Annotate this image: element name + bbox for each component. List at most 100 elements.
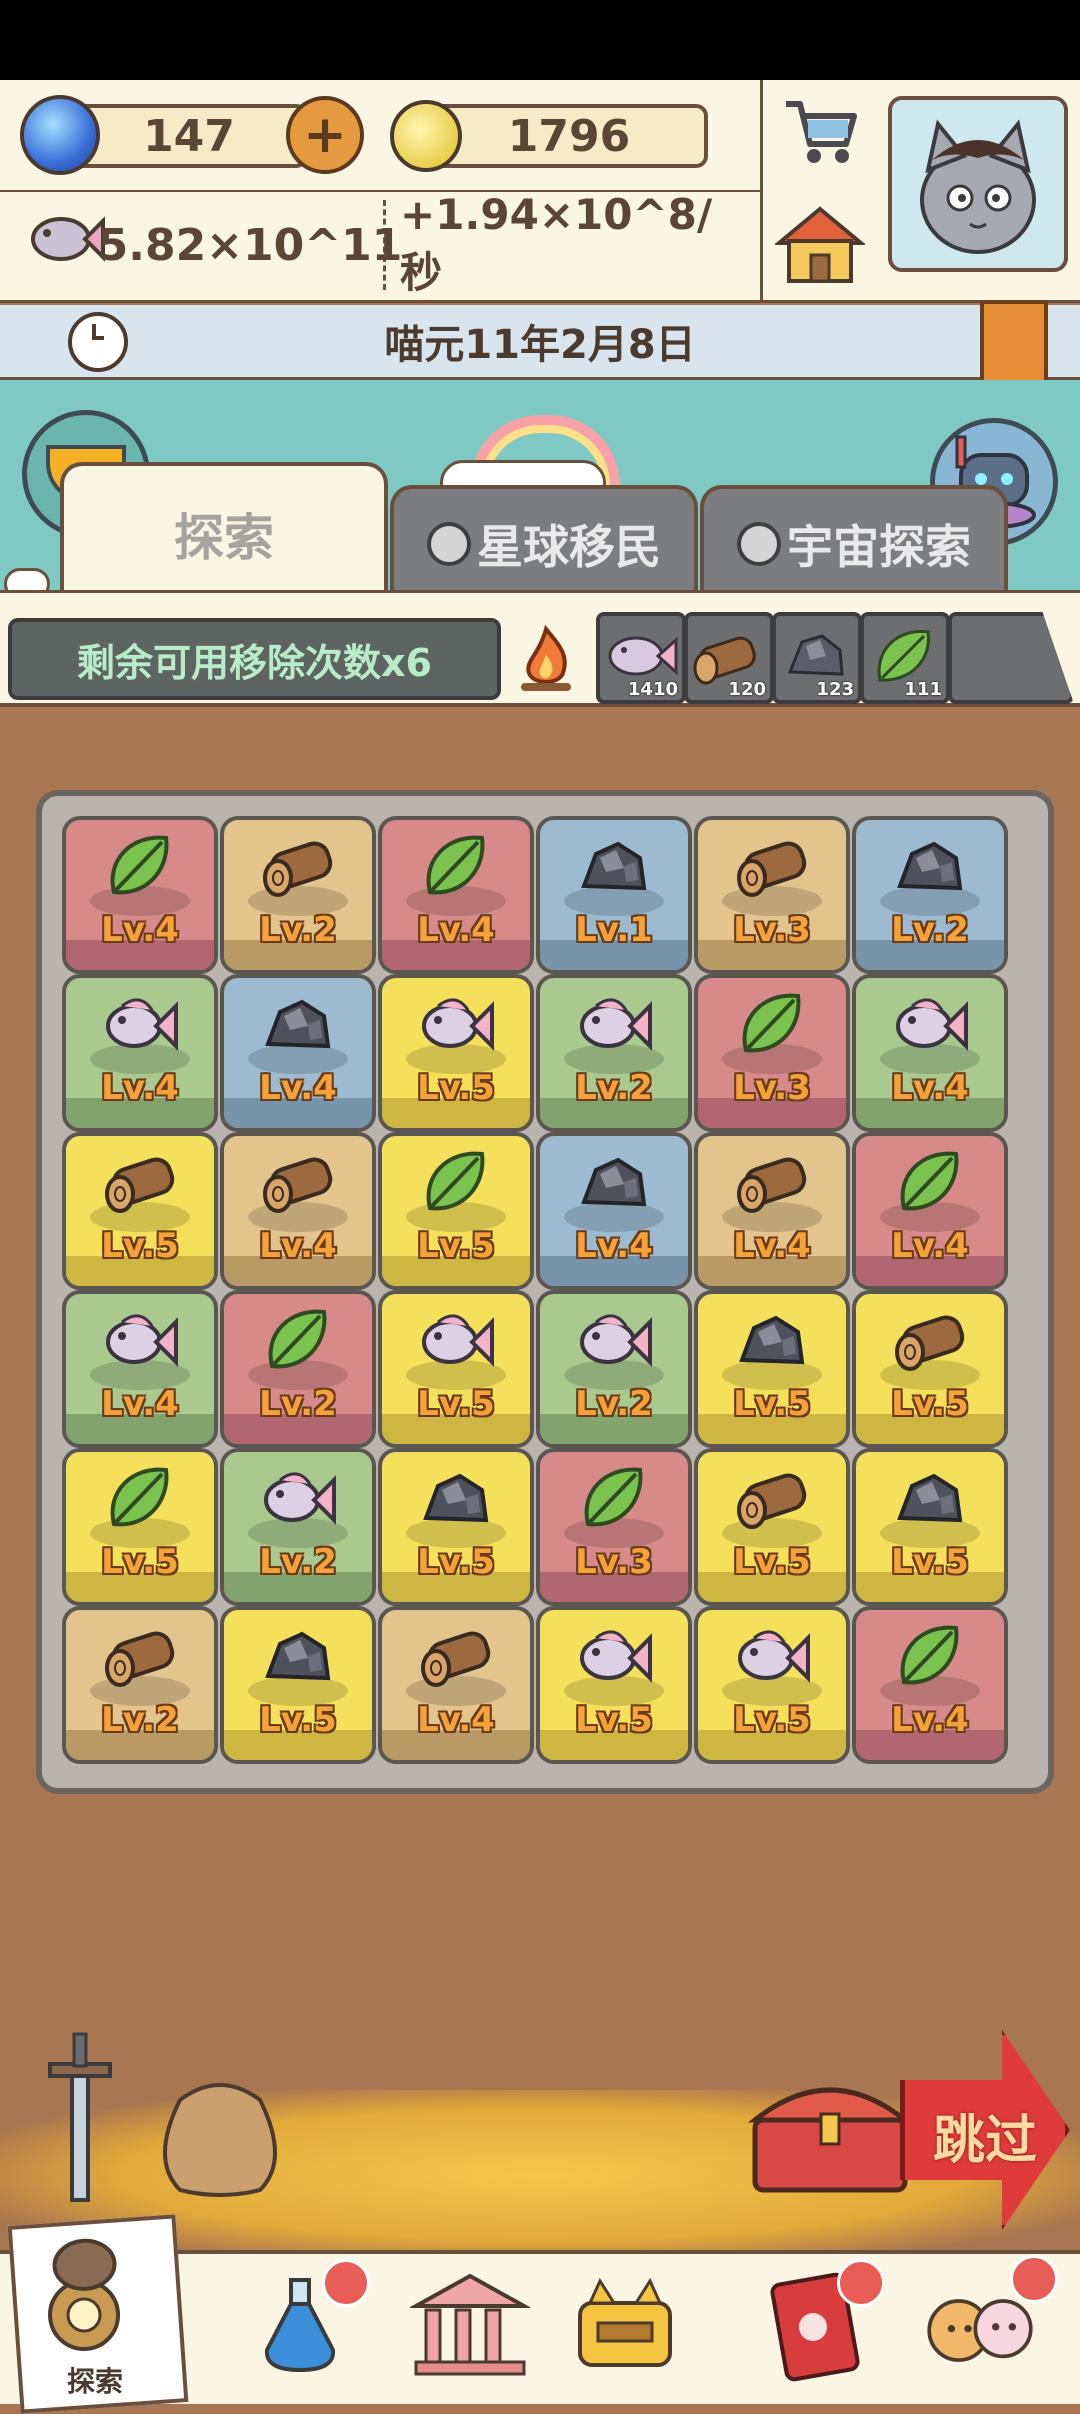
board-tile-stone[interactable]: Lv.5 [220, 1606, 376, 1764]
board-tile-fish[interactable]: Lv.5 [378, 1290, 534, 1448]
inventory-count: 123 [816, 679, 854, 700]
board-tile-stone[interactable]: Lv.5 [694, 1290, 850, 1448]
skip-button-label[interactable]: 跳过 [905, 2105, 1065, 2171]
board-tile-fish[interactable]: Lv.2 [536, 974, 692, 1132]
stone-icon [265, 1631, 331, 1681]
tile-level: Lv.2 [891, 910, 969, 950]
nav-treasure-box-button[interactable] [565, 2265, 685, 2385]
board-tile-wood[interactable]: Lv.4 [220, 1132, 376, 1290]
shopping-cart-icon[interactable] [780, 92, 860, 172]
board-tile-wood[interactable]: Lv.5 [694, 1448, 850, 1606]
board-tile-leaf[interactable]: Lv.4 [852, 1132, 1008, 1290]
board-tile-wood[interactable]: Lv.5 [62, 1132, 218, 1290]
tile-level: Lv.4 [733, 1226, 811, 1266]
tile-level: Lv.5 [733, 1700, 811, 1740]
fish-icon [422, 1314, 494, 1367]
inventory-slot-leaf[interactable]: 111 [860, 612, 950, 704]
tile-level: Lv.3 [575, 1542, 653, 1582]
leaf-icon [584, 1467, 643, 1527]
board-tile-leaf[interactable]: Lv.4 [378, 816, 534, 974]
tile-level: Lv.1 [575, 910, 653, 950]
tab-label: 星球移民 [477, 520, 661, 574]
inventory-count: 120 [728, 679, 766, 700]
tile-level: Lv.4 [101, 1384, 179, 1424]
board-tile-wood[interactable]: Lv.4 [378, 1606, 534, 1764]
tile-level: Lv.5 [891, 1542, 969, 1582]
board-tile-fish[interactable]: Lv.5 [378, 974, 534, 1132]
fish-rate: +1.94×10^8/秒 [400, 190, 713, 297]
stone-icon [581, 1157, 647, 1207]
tile-level: Lv.5 [733, 1384, 811, 1424]
tab-universe-explore[interactable]: 宇宙探索 [700, 485, 1008, 599]
board-tile-stone[interactable]: Lv.4 [536, 1132, 692, 1290]
board-tile-wood[interactable]: Lv.4 [694, 1132, 850, 1290]
player-avatar[interactable] [888, 96, 1068, 272]
tile-level: Lv.2 [259, 1542, 337, 1582]
nav-museum-button[interactable] [410, 2265, 530, 2385]
nav-cats-button[interactable] [920, 2255, 1058, 2385]
board-tile-fish[interactable]: Lv.4 [62, 974, 218, 1132]
nav-potion-button[interactable] [240, 2259, 370, 2385]
board-tile-fish[interactable]: Lv.4 [62, 1290, 218, 1448]
tile-level: Lv.5 [417, 1542, 495, 1582]
fish-icon [422, 998, 494, 1051]
house-icon[interactable] [775, 205, 865, 285]
stone-icon [265, 999, 331, 1049]
game-date: 喵元11年2月8日 [384, 322, 696, 368]
nav-book-button[interactable] [755, 2259, 885, 2385]
gem-icon [20, 95, 100, 175]
remove-count-label: 剩余可用移除次数x6 [77, 640, 432, 685]
fish-icon [580, 1314, 652, 1367]
clock-icon [68, 312, 128, 372]
tab-label: 探索 [174, 508, 274, 567]
wood-log-icon [737, 1157, 807, 1213]
board-tile-wood[interactable]: Lv.3 [694, 816, 850, 974]
board-tile-stone[interactable]: Lv.1 [536, 816, 692, 974]
tab-planet-migration[interactable]: 星球移民 [390, 485, 698, 599]
tile-level: Lv.4 [417, 910, 495, 950]
board-tile-wood[interactable]: Lv.2 [62, 1606, 218, 1764]
board-tile-leaf[interactable]: Lv.4 [852, 1606, 1008, 1764]
tile-level: Lv.5 [417, 1226, 495, 1266]
inventory-slot-wood[interactable]: 120 [684, 612, 774, 704]
tile-level: Lv.3 [733, 910, 811, 950]
board-tile-leaf[interactable]: Lv.3 [694, 974, 850, 1132]
tile-level: Lv.4 [417, 1700, 495, 1740]
board-tile-leaf[interactable]: Lv.5 [62, 1448, 218, 1606]
board-tile-stone[interactable]: Lv.5 [378, 1448, 534, 1606]
tile-level: Lv.4 [259, 1226, 337, 1266]
stone-icon [897, 841, 963, 891]
board-tile-fish[interactable]: Lv.2 [220, 1448, 376, 1606]
cat-portrait-icon [920, 119, 1036, 254]
board-tile-leaf[interactable]: Lv.4 [62, 816, 218, 974]
wood-log-icon [421, 1631, 491, 1687]
wood-log-icon [105, 1631, 175, 1687]
tile-level: Lv.2 [575, 1384, 653, 1424]
stone-icon [739, 1315, 805, 1365]
board-tile-stone[interactable]: Lv.4 [220, 974, 376, 1132]
tile-level: Lv.2 [575, 1068, 653, 1108]
board-tile-leaf[interactable]: Lv.5 [378, 1132, 534, 1290]
board-tile-leaf[interactable]: Lv.2 [220, 1290, 376, 1448]
bulb-counter: 1796 [430, 104, 708, 168]
board-tile-fish[interactable]: Lv.5 [536, 1606, 692, 1764]
bulb-count: 1796 [507, 110, 631, 162]
board-tile-leaf[interactable]: Lv.3 [536, 1448, 692, 1606]
board-tile-wood[interactable]: Lv.5 [852, 1290, 1008, 1448]
stone-icon [897, 1473, 963, 1523]
inventory-slot-fish[interactable]: 1410 [596, 612, 686, 704]
board-tile-stone[interactable]: Lv.5 [852, 1448, 1008, 1606]
board-tile-fish[interactable]: Lv.4 [852, 974, 1008, 1132]
tile-level: Lv.5 [417, 1384, 495, 1424]
stone-icon [581, 841, 647, 891]
board-tile-stone[interactable]: Lv.2 [852, 816, 1008, 974]
inventory-slot-stone[interactable]: 123 [772, 612, 862, 704]
tab-explore[interactable]: 探索 [60, 462, 388, 601]
board-tile-fish[interactable]: Lv.2 [536, 1290, 692, 1448]
campfire-icon[interactable] [515, 625, 577, 695]
board-tile-wood[interactable]: Lv.2 [220, 816, 376, 974]
wood-log-icon [263, 1157, 333, 1213]
board-tile-fish[interactable]: Lv.5 [694, 1606, 850, 1764]
tile-level: Lv.4 [891, 1068, 969, 1108]
add-gems-button[interactable]: + [286, 96, 364, 174]
